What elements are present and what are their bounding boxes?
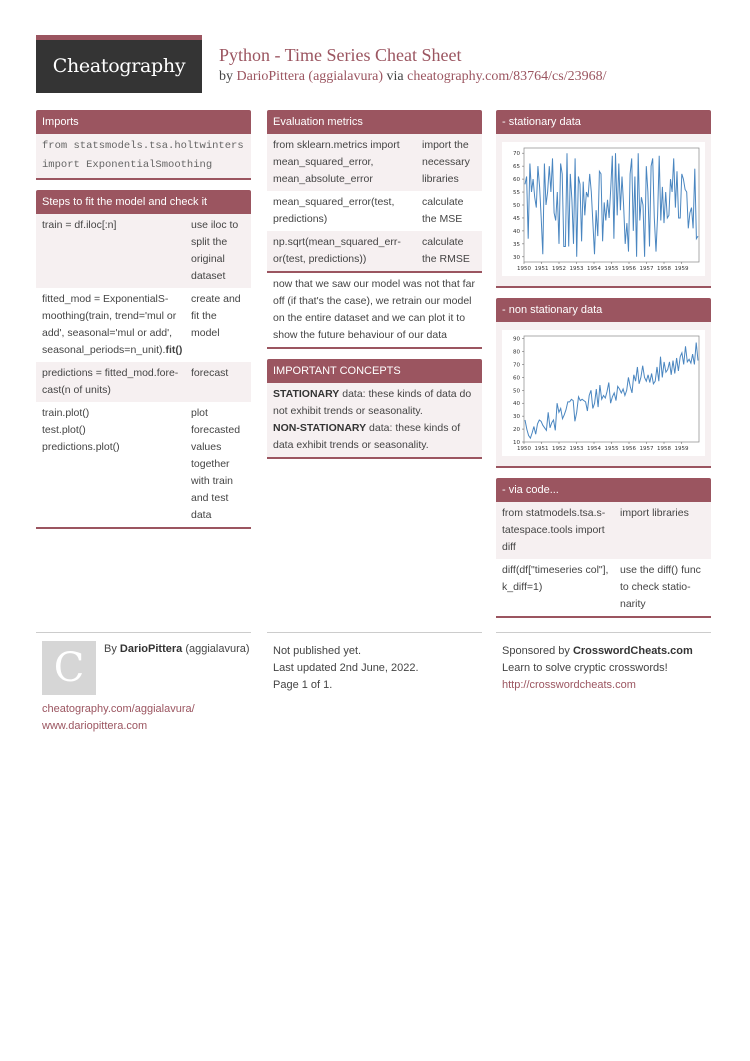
x-tick-label: 1959 — [675, 266, 689, 272]
section-header: - via code... — [496, 478, 711, 502]
y-tick-label: 50 — [513, 203, 520, 209]
metrics-section: Evaluation metrics from sklearn.metrics … — [267, 110, 482, 349]
footer-sponsor: Sponsored by CrosswordCheats.com Learn t… — [502, 643, 693, 694]
section-header: Imports — [36, 110, 251, 134]
section-header: Evaluation metrics — [267, 110, 482, 134]
x-tick-label: 1954 — [587, 266, 601, 272]
imports-section: Imports from statsmodels.tsa.holtwinters… — [36, 110, 251, 180]
table-row: train = df.iloc[:n] use iloc to split th… — [36, 214, 251, 288]
x-tick-label: 1952 — [552, 446, 566, 452]
x-tick-label: 1959 — [675, 446, 689, 452]
table-row: train.plot() test.plot() predictions.plo… — [42, 407, 241, 521]
author-link[interactable]: DarioPittera (aggialavura) — [237, 69, 384, 84]
column-3: - stationary data 30 35 40 45 50 55 60 65 70 1950… — [496, 110, 711, 628]
y-tick-label: 40 — [513, 401, 520, 407]
section-header: Steps to fit the model and check it — [36, 190, 251, 214]
x-tick-label: 1953 — [570, 446, 584, 452]
table-row: fitted_mod = ExponentialS-moothing(train… — [42, 293, 241, 356]
sponsor-url-link[interactable]: http://crosswordcheats.com — [502, 677, 693, 694]
steps-section: Steps to fit the model and check it trai… — [36, 190, 251, 529]
series-line — [524, 342, 699, 440]
x-tick-label: 1952 — [552, 266, 566, 272]
byline: by DarioPittera (aggialavura) via cheato… — [219, 69, 607, 84]
table-row: mean_squared_error(test, predictions) ca… — [273, 196, 464, 225]
y-tick-label: 40 — [513, 229, 520, 235]
x-tick-label: 1955 — [605, 266, 619, 272]
viacode-section: - via code... from statmodels.tsa.s-tate… — [496, 478, 711, 618]
y-tick-label: 30 — [513, 414, 520, 420]
stationary-chart: 30 35 40 45 50 55 60 65 70 1950 1951 1952 1953 1954 19… — [502, 142, 705, 276]
website-link[interactable]: www.dariopittera.com — [42, 718, 195, 735]
x-tick-label: 1955 — [605, 446, 619, 452]
x-tick-label: 1956 — [622, 266, 636, 272]
metrics-note: now that we saw our model was not that f… — [273, 278, 475, 341]
y-tick-label: 90 — [513, 337, 520, 343]
nonstationary-chart: 1020304050607080901950 1951 1952 1953 1954 19… — [502, 330, 705, 456]
x-tick-label: 1950 — [517, 446, 531, 452]
y-tick-label: 70 — [513, 151, 520, 157]
footer-divider — [496, 632, 711, 633]
column-2: Evaluation metrics from sklearn.metrics … — [267, 110, 482, 469]
x-tick-label: 1956 — [622, 446, 636, 452]
footer-divider — [36, 632, 251, 633]
imports-code: from statsmodels.tsa.holtwinters import … — [36, 134, 251, 178]
page-title: Python - Time Series Cheat Sheet — [219, 45, 462, 65]
concepts-section: IMPORTANT CONCEPTS STATIONARY data: thes… — [267, 359, 482, 459]
x-tick-label: 1951 — [535, 446, 549, 452]
table-row: np.sqrt(mean_squared_err-or(test, predic… — [267, 231, 482, 273]
y-tick-label: 20 — [513, 427, 520, 433]
y-tick-label: 60 — [513, 375, 520, 381]
table-row: from sklearn.metrics import mean_squared… — [267, 134, 482, 191]
table-row: from statmodels.tsa.s-tatespace.tools im… — [496, 502, 711, 559]
concepts-text: STATIONARY data: these kinds of data do … — [267, 383, 482, 457]
sheet-url-link[interactable]: cheatography.com/83764/cs/23968/ — [407, 69, 606, 84]
y-tick-label: 60 — [513, 177, 520, 183]
y-tick-label: 70 — [513, 362, 520, 368]
x-tick-label: 1951 — [535, 266, 549, 272]
footer-divider — [267, 632, 482, 633]
section-header: IMPORTANT CONCEPTS — [267, 359, 482, 383]
sponsor-link[interactable]: CrosswordCheats.com — [573, 645, 693, 657]
x-tick-label: 1957 — [640, 446, 654, 452]
column-1: Imports from statsmodels.tsa.holtwinters… — [36, 110, 251, 539]
avatar: C — [42, 641, 96, 695]
author-name-link[interactable]: DarioPittera — [120, 643, 182, 655]
y-tick-label: 50 — [513, 388, 520, 394]
nonstationary-section: - non stationary data 10 20 30 40 50 60 70 80 90… — [496, 298, 711, 468]
stationary-section: - stationary data 30 35 40 45 50 55 60 65 70 1950… — [496, 110, 711, 288]
section-header: - non stationary data — [496, 298, 711, 322]
x-tick-label: 1950 — [517, 266, 531, 272]
y-tick-label: 55 — [513, 190, 520, 196]
x-tick-label: 1958 — [657, 446, 671, 452]
x-tick-label: 1953 — [570, 266, 584, 272]
x-tick-label: 1958 — [657, 266, 671, 272]
y-tick-label: 45 — [513, 216, 520, 222]
y-tick-label: 30 — [513, 255, 520, 261]
cheatography-logo[interactable]: Cheatography — [36, 35, 202, 93]
title-block: Python - Time Series Cheat Sheet by Dari… — [219, 45, 606, 85]
section-header: - stationary data — [496, 110, 711, 134]
y-tick-label: 80 — [513, 350, 520, 356]
footer-status: Not published yet. Last updated 2nd June… — [273, 645, 419, 691]
series-line — [524, 153, 699, 257]
table-row: diff(df["timeseries col"], k_diff=1) use… — [502, 564, 701, 610]
profile-link[interactable]: cheatography.com/aggialavura/ — [42, 701, 195, 718]
x-tick-label: 1957 — [640, 266, 654, 272]
table-row: predictions = fitted_mod.fore-cast(n of … — [36, 362, 251, 402]
y-tick-label: 35 — [513, 242, 520, 248]
y-tick-label: 65 — [513, 164, 520, 170]
x-tick-label: 1954 — [587, 446, 601, 452]
